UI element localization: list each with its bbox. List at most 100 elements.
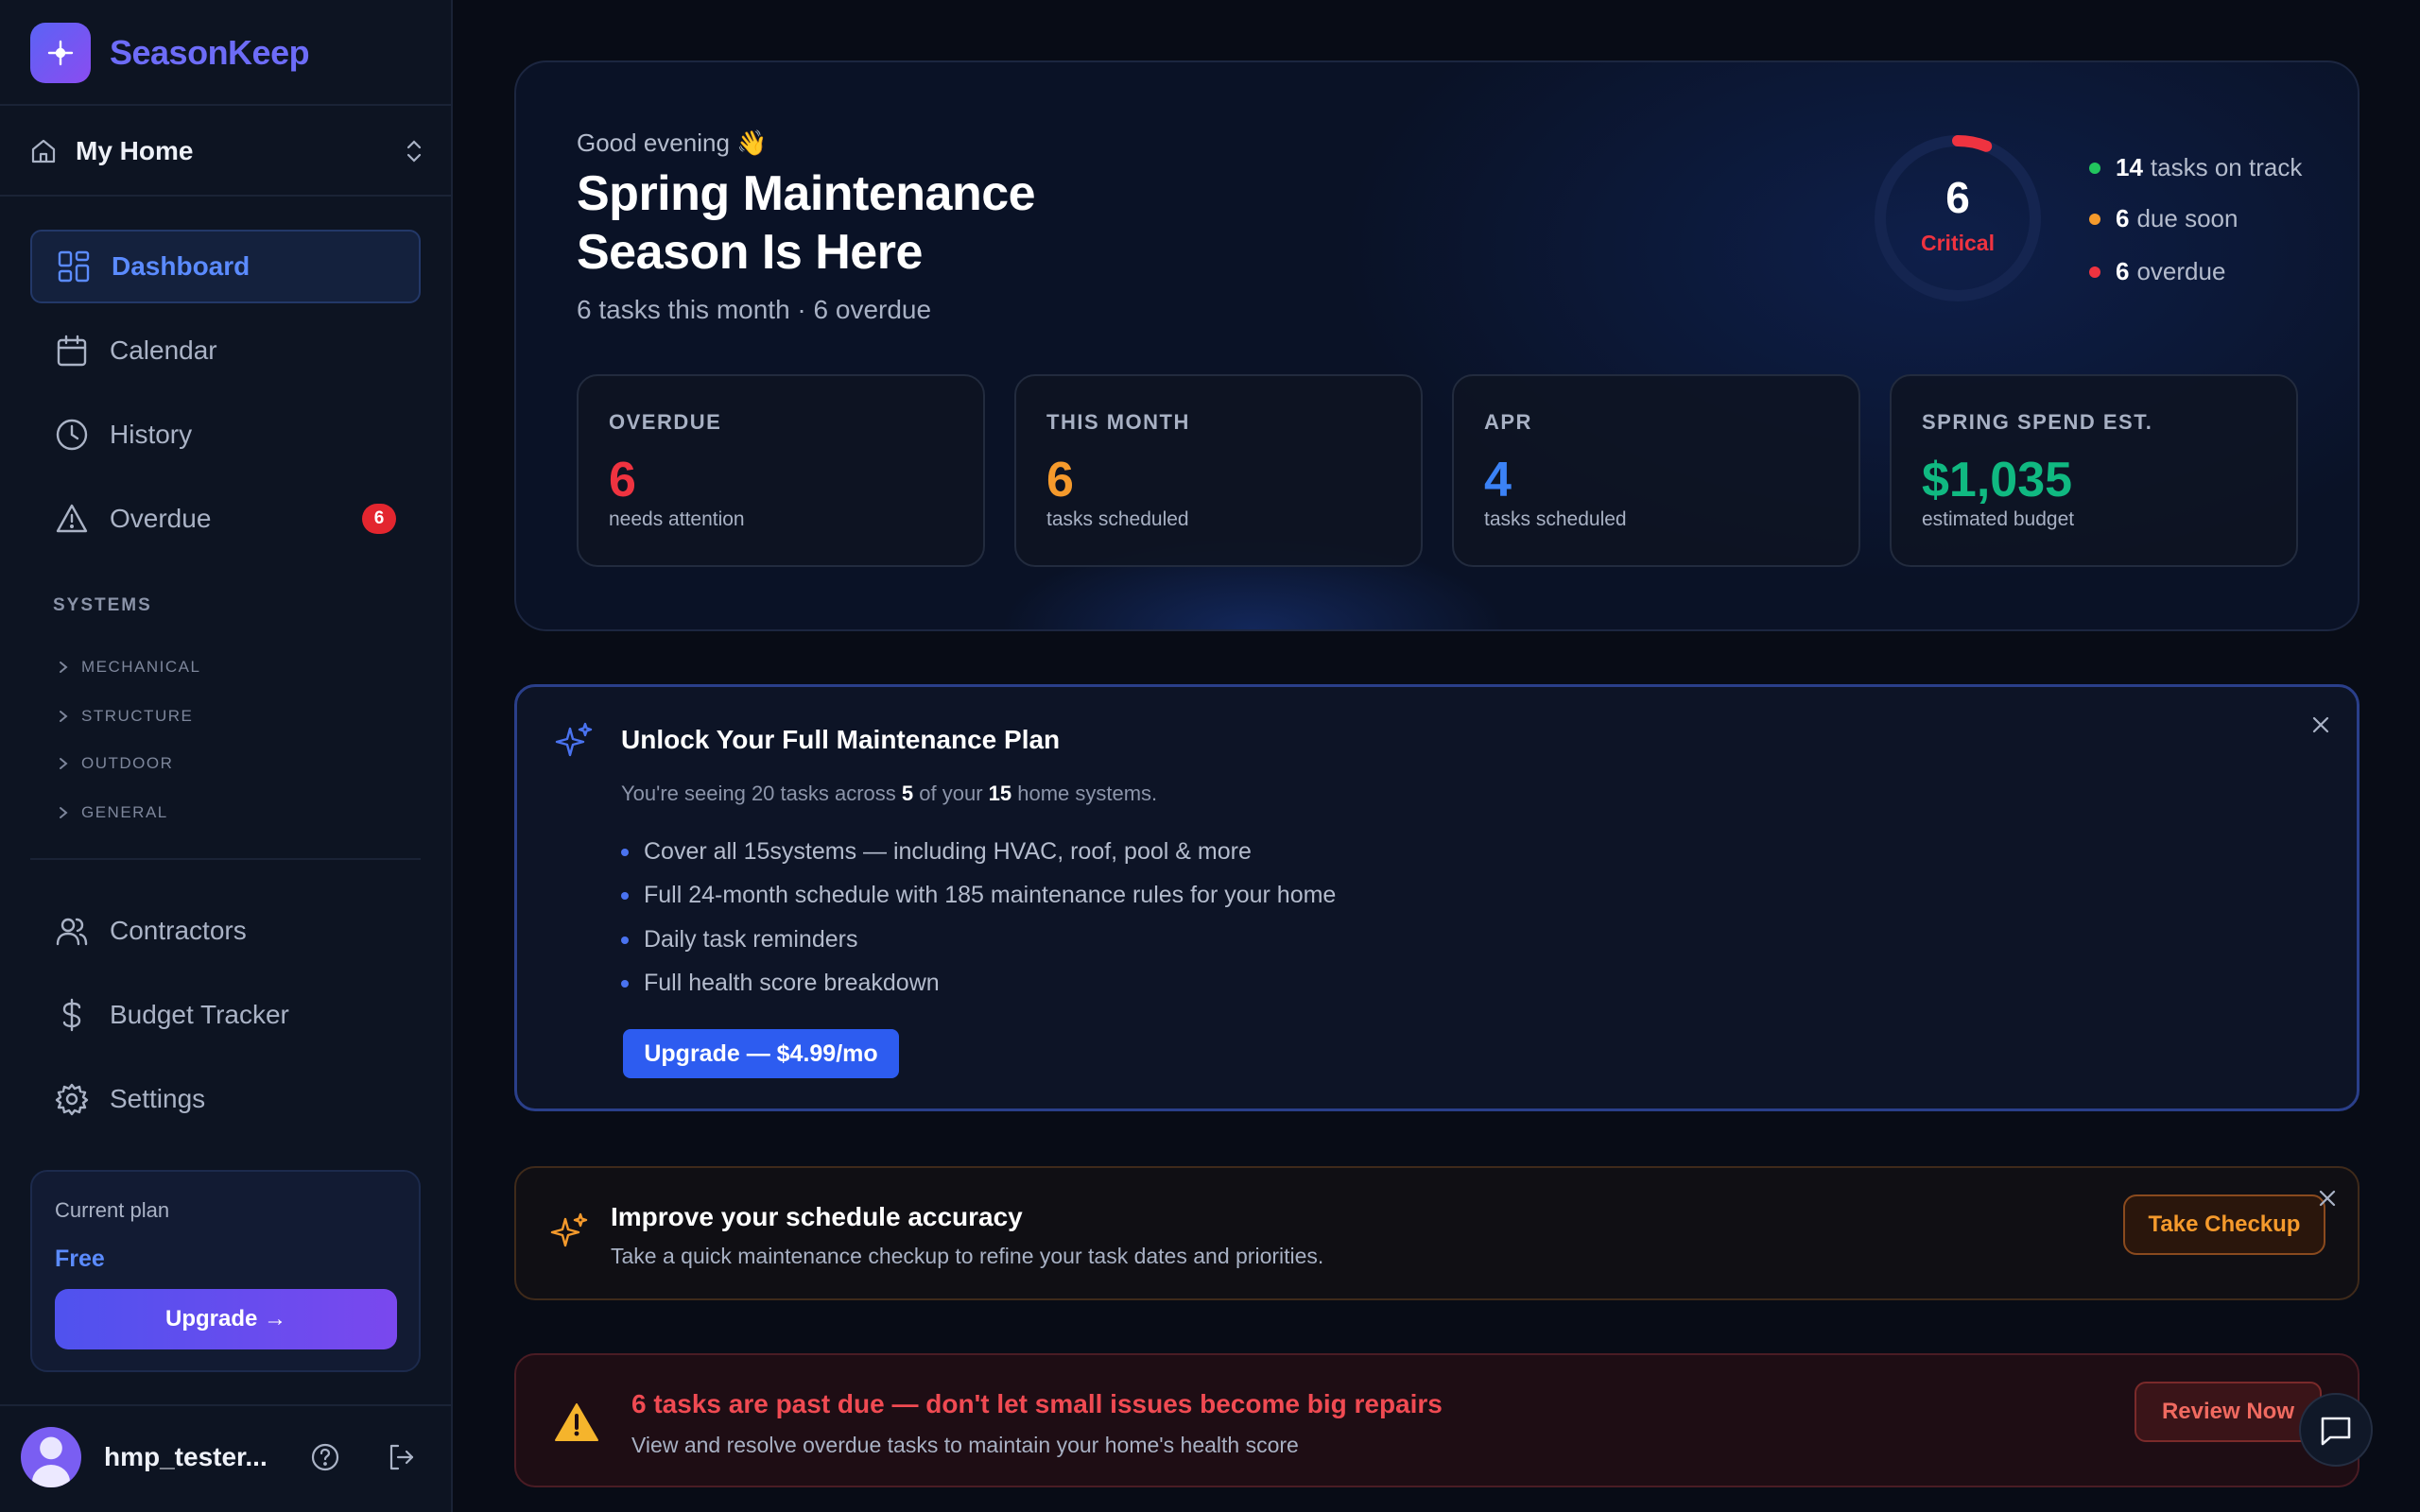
- alert-description: View and resolve overdue tasks to mainta…: [631, 1433, 1299, 1457]
- system-item-general[interactable]: GENERAL: [57, 803, 168, 822]
- review-now-button[interactable]: Review Now: [2135, 1382, 2322, 1442]
- warning-icon: [554, 1402, 599, 1442]
- overdue-count-badge: 6: [362, 504, 396, 534]
- desc-text: of your: [913, 782, 989, 805]
- nav-dashboard[interactable]: Dashboard: [30, 230, 421, 303]
- bullet: [621, 848, 629, 856]
- clock-icon: [55, 418, 89, 452]
- system-item-outdoor[interactable]: OUTDOOR: [57, 754, 173, 773]
- help-icon[interactable]: [310, 1442, 340, 1472]
- app-name: SeasonKeep: [110, 33, 310, 72]
- sparkles-icon: [555, 721, 595, 761]
- stat-card-spring-spend[interactable]: SPRING SPEND EST. $1,035 estimated budge…: [1890, 374, 2298, 567]
- gear-icon: [55, 1082, 89, 1116]
- feature-item: Full health score breakdown: [621, 970, 940, 997]
- logo-icon: [30, 23, 91, 83]
- feature-item: Daily task reminders: [621, 926, 857, 954]
- chat-button[interactable]: [2299, 1393, 2373, 1467]
- nav-calendar[interactable]: Calendar: [30, 314, 421, 387]
- brand[interactable]: SeasonKeep: [30, 23, 310, 83]
- stat-card-overdue[interactable]: OVERDUE 6 needs attention: [577, 374, 985, 567]
- take-checkup-button[interactable]: Take Checkup: [2123, 1194, 2325, 1255]
- stat-subtitle: needs attention: [609, 508, 745, 530]
- bullet: [621, 979, 629, 988]
- divider: [0, 195, 451, 197]
- nav-history[interactable]: History: [30, 398, 421, 472]
- chevron-right-icon: [60, 662, 68, 673]
- sparkles-icon: [550, 1211, 590, 1251]
- hero-title: Spring Maintenance Season Is Here: [577, 164, 1238, 282]
- hero-title-line: Season Is Here: [577, 225, 923, 280]
- system-item-label: OUTDOOR: [81, 754, 174, 772]
- hero-subtitle: 6 tasks this month · 6 overdue: [577, 295, 932, 324]
- stat-subtitle: estimated budget: [1922, 508, 2075, 530]
- stat-subtitle: tasks scheduled: [1046, 508, 1189, 530]
- nav-overdue-label: Overdue: [110, 504, 212, 533]
- divider: [0, 1404, 451, 1406]
- nav-settings[interactable]: Settings: [30, 1062, 421, 1136]
- stat-title: OVERDUE: [609, 410, 722, 434]
- upsell-title: Unlock Your Full Maintenance Plan: [621, 725, 1061, 754]
- system-item-structure[interactable]: STRUCTURE: [57, 707, 193, 726]
- dashboard-icon: [57, 249, 91, 284]
- chevron-right-icon: [60, 711, 68, 722]
- nav-history-label: History: [110, 420, 193, 449]
- nav-budget-tracker[interactable]: Budget Tracker: [30, 978, 421, 1052]
- divider: [30, 858, 421, 860]
- system-item-label: STRUCTURE: [81, 707, 194, 725]
- stat-title: APR: [1484, 410, 1532, 434]
- stat-card-this-month[interactable]: THIS MONTH 6 tasks scheduled: [1014, 374, 1423, 567]
- stat-title: THIS MONTH: [1046, 410, 1190, 434]
- nav-contractors-label: Contractors: [110, 916, 247, 945]
- stat-title: SPRING SPEND EST.: [1922, 410, 2153, 434]
- feature-text: Daily task reminders: [644, 926, 858, 953]
- legend-dot: [2089, 213, 2100, 225]
- legend-dot: [2089, 162, 2100, 174]
- calendar-icon: [55, 334, 89, 368]
- systems-section-title: SYSTEMS: [53, 595, 152, 615]
- upsell-card: Unlock Your Full Maintenance Plan You're…: [514, 684, 2360, 1111]
- dollar-icon: [55, 998, 89, 1032]
- health-score-value: 6: [1945, 173, 1970, 222]
- upgrade-button[interactable]: Upgrade — $4.99/mo: [623, 1029, 899, 1078]
- bullet: [621, 891, 629, 900]
- legend-on-track: 14 tasks on track: [2089, 153, 2302, 182]
- stat-value: 6: [609, 453, 636, 507]
- feature-item: Cover all 15systems — including HVAC, ro…: [621, 838, 1252, 866]
- nav-dashboard-label: Dashboard: [112, 251, 251, 281]
- alert-title: 6 tasks are past due — don't let small i…: [631, 1389, 1443, 1418]
- hero-title-line: Spring Maintenance: [577, 166, 1036, 221]
- chevron-up-down-icon: [403, 136, 425, 166]
- stat-subtitle: tasks scheduled: [1484, 508, 1627, 530]
- avatar[interactable]: [21, 1427, 81, 1487]
- checkup-banner: Improve your schedule accuracy Take a qu…: [514, 1166, 2360, 1300]
- close-icon[interactable]: [2309, 713, 2332, 736]
- health-score-label: Critical: [1921, 231, 1995, 255]
- sidebar: SeasonKeep My Home Dashboard Calendar Hi…: [0, 0, 453, 1512]
- sidebar-upgrade-button[interactable]: Upgrade →: [55, 1289, 397, 1349]
- warning-triangle-icon: [55, 502, 89, 536]
- legend-count: 6: [2116, 204, 2130, 232]
- desc-count: 5: [901, 782, 914, 805]
- nav-contractors[interactable]: Contractors: [30, 894, 421, 968]
- checkup-title: Improve your schedule accuracy: [611, 1202, 1023, 1231]
- home-icon: [28, 136, 59, 166]
- plan-card: Current plan Free Upgrade →: [30, 1170, 421, 1372]
- close-icon[interactable]: [2316, 1187, 2339, 1210]
- feature-text: Cover all 15systems — including HVAC, ro…: [644, 838, 1252, 865]
- system-item-mechanical[interactable]: MECHANICAL: [57, 658, 200, 677]
- home-switcher-label: My Home: [76, 136, 194, 165]
- logout-icon[interactable]: [386, 1442, 416, 1472]
- nav-overdue[interactable]: Overdue 6: [30, 482, 421, 556]
- stat-card-apr[interactable]: APR 4 tasks scheduled: [1452, 374, 1860, 567]
- legend-overdue: 6 overdue: [2089, 257, 2225, 286]
- system-item-label: MECHANICAL: [81, 658, 201, 676]
- home-switcher[interactable]: My Home: [28, 130, 425, 172]
- hero-card: Good evening 👋 Spring Maintenance Season…: [514, 60, 2360, 631]
- chevron-right-icon: [60, 807, 68, 818]
- plan-name: Free: [55, 1246, 105, 1272]
- stat-value: 4: [1484, 453, 1512, 507]
- feature-text: Full health score breakdown: [644, 970, 940, 996]
- bullet: [621, 936, 629, 944]
- chevron-right-icon: [60, 758, 68, 769]
